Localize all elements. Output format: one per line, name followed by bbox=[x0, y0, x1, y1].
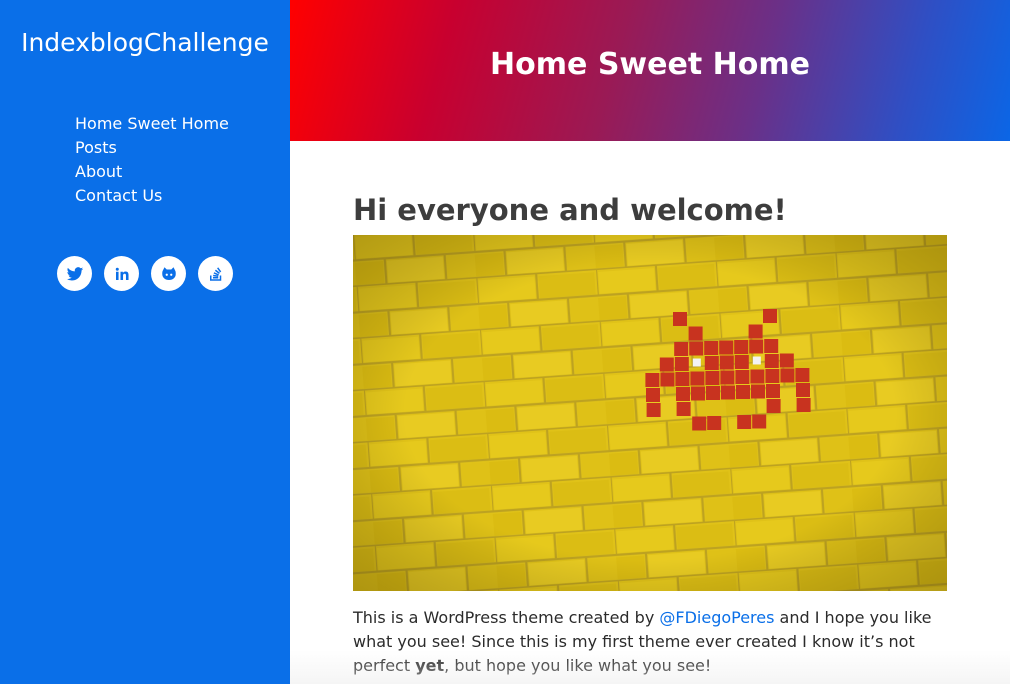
invader-pixel bbox=[645, 373, 660, 387]
github-icon bbox=[161, 266, 176, 280]
page-hero: Home Sweet Home bbox=[290, 0, 1010, 141]
invader-pixel bbox=[763, 309, 777, 323]
invader-pixel bbox=[779, 353, 794, 368]
author-link[interactable]: @FDiegoPeres bbox=[659, 608, 774, 627]
main-nav: Home Sweet Home Posts About Contact Us bbox=[75, 112, 229, 208]
invader-pixel bbox=[691, 386, 705, 401]
invader-pixel bbox=[752, 414, 767, 429]
invader-pixel bbox=[704, 341, 719, 355]
github-link[interactable] bbox=[151, 256, 186, 291]
invader-pixel bbox=[646, 403, 661, 417]
nav-item-contact: Contact Us bbox=[75, 184, 229, 208]
nav-link-about[interactable]: About bbox=[75, 162, 122, 181]
invader-pixel bbox=[780, 368, 795, 383]
post-content: Hi everyone and welcome! This is a WordP… bbox=[353, 191, 947, 678]
linkedin-icon bbox=[115, 267, 129, 280]
invader-pixel bbox=[689, 341, 704, 356]
invader-pixel bbox=[676, 402, 691, 416]
invader-pixel bbox=[720, 370, 735, 385]
post-text-3: , but hope you like what you see! bbox=[444, 656, 712, 675]
invader-pixel bbox=[707, 416, 722, 430]
invader-pixel bbox=[690, 371, 705, 386]
invader-pixel bbox=[721, 385, 735, 400]
invader-pixel bbox=[674, 342, 689, 356]
invader-pixel bbox=[751, 384, 765, 399]
site-title-link[interactable]: IndexblogChallenge bbox=[0, 28, 290, 57]
invader-pixel bbox=[675, 372, 690, 386]
social-links bbox=[57, 256, 233, 291]
twitter-icon bbox=[66, 266, 83, 281]
invader-pixel bbox=[796, 383, 810, 397]
invader-pixel bbox=[748, 324, 763, 339]
invader-pixel bbox=[688, 326, 703, 341]
nav-link-home[interactable]: Home Sweet Home bbox=[75, 114, 229, 133]
invader-pixel bbox=[766, 399, 781, 413]
invader-pixel bbox=[750, 369, 765, 384]
invader-pixel bbox=[796, 398, 811, 412]
invader-pixel bbox=[704, 356, 719, 370]
invader-pixel bbox=[646, 388, 660, 402]
invader-pixel bbox=[764, 354, 779, 368]
invader-pixel bbox=[734, 340, 749, 354]
post-body: This is a WordPress theme created by @FD… bbox=[353, 606, 947, 678]
invader-pixel bbox=[673, 312, 687, 326]
invader-pixel bbox=[692, 416, 707, 431]
invader-pixel bbox=[706, 386, 720, 400]
nav-item-about: About bbox=[75, 160, 229, 184]
invader-pixel bbox=[737, 415, 752, 429]
post-featured-image bbox=[353, 235, 947, 591]
invader-pixel bbox=[764, 339, 779, 353]
invader-pixel bbox=[659, 357, 674, 372]
nav-link-contact[interactable]: Contact Us bbox=[75, 186, 162, 205]
invader-pixel bbox=[766, 384, 780, 398]
nav-link-posts[interactable]: Posts bbox=[75, 138, 117, 157]
invader-pixel bbox=[660, 372, 675, 387]
invader-pixel bbox=[719, 355, 734, 370]
nav-item-home: Home Sweet Home bbox=[75, 112, 229, 136]
post-title: Hi everyone and welcome! bbox=[353, 193, 787, 227]
invader-pixel bbox=[676, 387, 690, 401]
invader-pixel bbox=[674, 357, 689, 371]
invader-pixel bbox=[795, 368, 810, 382]
invader-pixel bbox=[765, 369, 780, 383]
linkedin-link[interactable] bbox=[104, 256, 139, 291]
invader-pixel bbox=[719, 340, 734, 355]
invader-pixel bbox=[749, 339, 764, 354]
invader-pixel bbox=[736, 385, 750, 399]
invader-pixel bbox=[705, 371, 720, 385]
sidebar: IndexblogChallenge Home Sweet Home Posts… bbox=[0, 0, 290, 684]
stackoverflow-link[interactable] bbox=[198, 256, 233, 291]
invader-pixel bbox=[735, 370, 750, 384]
page-title: Home Sweet Home bbox=[490, 47, 810, 82]
invader-eye bbox=[752, 356, 761, 365]
nav-item-posts: Posts bbox=[75, 136, 229, 160]
stackoverflow-icon bbox=[209, 266, 221, 281]
post-text-bold: yet bbox=[415, 656, 445, 675]
post-text-1: This is a WordPress theme created by bbox=[353, 608, 660, 627]
twitter-link[interactable] bbox=[57, 256, 92, 291]
invader-pixel bbox=[734, 355, 749, 369]
invader-eye bbox=[692, 358, 701, 367]
